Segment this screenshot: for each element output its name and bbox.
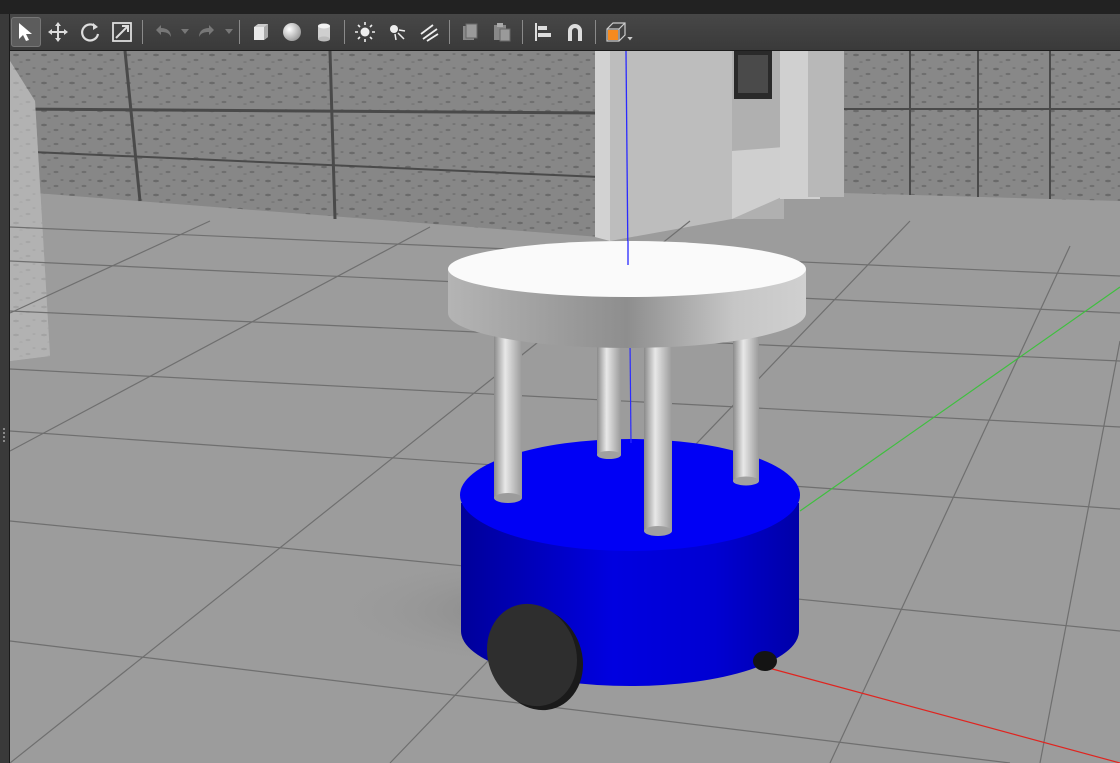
spot-light-button[interactable] [382,17,412,47]
robot-top-plate[interactable] [448,241,806,348]
align-button[interactable] [528,17,558,47]
view-cube-icon [606,22,626,42]
box-shape-button[interactable] [245,17,275,47]
box-icon [254,24,268,40]
spotlight-icon [390,25,406,41]
directional-light-button[interactable] [414,17,444,47]
toolbar-separator [142,20,143,44]
snap-button[interactable] [560,17,590,47]
toolbar-separator [239,20,240,44]
toolbar-separator [449,20,450,44]
chevron-down-icon [627,37,633,41]
magnet-icon [568,24,582,41]
arrow-cursor-icon [19,23,32,41]
cylinder-icon [318,23,330,42]
undo-icon [156,25,171,37]
move-arrows-icon [48,22,68,42]
align-icon [535,23,551,41]
scale-mode-button[interactable] [107,17,137,47]
redo-button[interactable] [192,17,222,47]
paste-icon [494,23,511,42]
copy-icon [463,23,478,40]
center-pillar [595,51,732,241]
point-light-button[interactable] [350,17,380,47]
window-top-strip [0,0,1120,14]
copy-button[interactable] [455,17,485,47]
sphere-shape-button[interactable] [277,17,307,47]
undo-button[interactable] [148,17,178,47]
rotate-mode-button[interactable] [75,17,105,47]
rear-caster [753,651,777,671]
toolbar [10,14,1120,51]
toolbar-separator [595,20,596,44]
back-wall-right [844,51,1120,201]
left-panel-collapsed[interactable] [0,14,10,763]
view-angle-button[interactable] [601,17,633,47]
sun-icon [355,22,375,42]
undo-dropdown[interactable] [179,17,191,47]
chevron-down-icon [181,29,189,34]
paste-button[interactable] [487,17,517,47]
toolbar-separator [522,20,523,44]
redo-icon [199,25,214,37]
cylinder-shape-button[interactable] [309,17,339,47]
redo-dropdown[interactable] [223,17,235,47]
select-mode-button[interactable] [11,17,41,47]
render-viewport[interactable] [10,51,1120,763]
scale-icon [112,22,132,42]
toolbar-separator [344,20,345,44]
rotate-icon [81,23,100,42]
sphere-icon [283,23,301,41]
translate-mode-button[interactable] [43,17,73,47]
panel-resize-handle[interactable] [2,426,6,446]
doorway [732,51,844,219]
chevron-down-icon [225,29,233,34]
directional-light-icon [420,24,439,42]
